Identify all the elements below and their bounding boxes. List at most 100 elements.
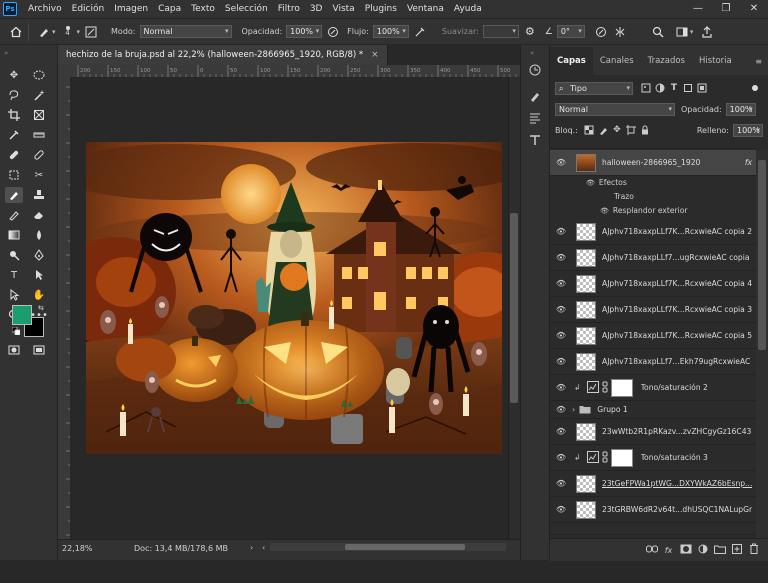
dodge-tool-icon[interactable] <box>5 247 23 263</box>
layer-mask-thumbnail[interactable] <box>610 378 633 397</box>
layer-row[interactable] <box>550 523 756 535</box>
visibility-eye-icon[interactable]: 👁 <box>550 357 572 366</box>
menu-ayuda[interactable]: Ayuda <box>449 4 487 14</box>
healing-brush-icon[interactable] <box>5 147 23 163</box>
visibility-eye-icon[interactable]: 👁 <box>550 227 572 236</box>
collapse-icon[interactable]: » <box>4 49 8 57</box>
menu-vista[interactable]: Vista <box>327 4 359 14</box>
layer-fx-icon[interactable]: fx <box>745 158 752 167</box>
layer-mask-thumbnail[interactable] <box>610 448 633 467</box>
document-canvas[interactable] <box>86 142 502 454</box>
group-expand-icon[interactable]: › <box>572 405 575 414</box>
zoom-level[interactable]: 22,18% <box>62 544 93 553</box>
blend-mode-select[interactable]: Normal <box>555 102 675 116</box>
blur-tool-icon[interactable] <box>30 227 48 243</box>
layer-row-selected[interactable]: 👁 halloween-2866965_1920 fx <box>550 150 756 176</box>
brush-dropdown-icon[interactable]: ▾ <box>77 28 81 36</box>
visibility-eye-icon[interactable]: 👁 <box>550 331 572 340</box>
menu-capa[interactable]: Capa <box>153 4 186 14</box>
ruler-tool-icon[interactable] <box>30 127 48 143</box>
path-selection-icon[interactable] <box>30 267 48 283</box>
lock-artboard-icon[interactable] <box>624 123 638 137</box>
canvas-vertical-scroll-thumb[interactable] <box>510 213 518 403</box>
visibility-eye-icon[interactable]: 👁 <box>550 505 572 514</box>
expand-panels-icon[interactable]: « <box>530 49 534 57</box>
fx-icon[interactable]: fx <box>660 546 677 555</box>
trash-icon[interactable] <box>745 543 762 557</box>
lock-pixels-icon[interactable] <box>596 123 610 137</box>
layer-row[interactable]: 👁 23wWtb2R1pRKazv...zvZHCgyGz16C43 <box>550 419 756 445</box>
visibility-eye-icon[interactable]: 👁 <box>550 279 572 288</box>
crop-tool-icon[interactable] <box>5 107 23 123</box>
panel-menu-icon[interactable]: ≡ <box>755 57 762 66</box>
tab-canales[interactable]: Canales <box>593 56 641 75</box>
menu-archivo[interactable]: Archivo <box>23 4 67 14</box>
lock-position-icon[interactable]: ✥ <box>610 123 624 137</box>
smooth-settings-icon[interactable]: ⚙ <box>522 24 538 40</box>
layer-row[interactable]: 👁 AJphv718xaxpLLf7...Ekh79ugRcxwieAC <box>550 349 756 375</box>
layer-filter-select[interactable]: ⌕ Tipo <box>555 81 633 95</box>
eraser-tool-icon[interactable] <box>30 207 48 223</box>
layer-row[interactable] <box>550 145 756 149</box>
filter-type-icon[interactable]: T <box>667 81 681 95</box>
effects-eye-icon[interactable]: 👁 <box>586 179 595 187</box>
opacity-field[interactable]: 100% <box>286 25 323 38</box>
menu-plugins[interactable]: Plugins <box>360 4 402 14</box>
chain-link-icon[interactable] <box>602 451 608 465</box>
workspace-dropdown-icon[interactable]: ▾ <box>690 28 694 36</box>
pressure-opacity-icon[interactable] <box>325 24 341 40</box>
quick-mask-icon[interactable] <box>5 342 23 358</box>
search-icon[interactable] <box>650 24 666 40</box>
clone-stamp-icon[interactable] <box>30 187 48 203</box>
filter-shape-icon[interactable] <box>681 81 695 95</box>
adjustment-layer-row[interactable]: 👁 ↲ Tono/saturación 2 <box>550 375 756 401</box>
share-icon[interactable] <box>699 24 715 40</box>
tab-historia[interactable]: Historia <box>692 56 739 75</box>
direct-selection-icon[interactable] <box>5 287 23 303</box>
visibility-eye-icon[interactable]: 👁 <box>550 158 572 167</box>
new-layer-icon[interactable] <box>728 543 745 557</box>
document-tab[interactable]: hechizo de la bruja.psd al 22,2% (hallow… <box>58 45 388 65</box>
close-tab-icon[interactable]: × <box>371 50 379 60</box>
foreground-color-swatch[interactable] <box>12 305 32 325</box>
eyedropper-tool-icon[interactable] <box>5 127 23 143</box>
fill-field[interactable]: 100% <box>733 123 763 137</box>
filter-smart-object-icon[interactable] <box>695 81 709 95</box>
scroll-left-arrow[interactable]: ‹ <box>262 543 265 552</box>
marquee-tool-icon[interactable] <box>30 67 48 83</box>
add-mask-icon[interactable] <box>677 544 694 557</box>
swap-colors-icon[interactable]: ⇆ <box>38 304 44 312</box>
mode-select[interactable]: Normal <box>139 25 232 38</box>
default-colors-icon[interactable] <box>11 326 21 337</box>
paragraph-panel-icon[interactable] <box>528 111 542 127</box>
hand-tool-icon[interactable]: ✋ <box>30 287 48 303</box>
visibility-eye-icon[interactable]: 👁 <box>550 383 572 392</box>
visibility-eye-icon[interactable]: 👁 <box>550 453 572 462</box>
lasso-tool-icon[interactable] <box>5 87 23 103</box>
flow-field[interactable]: 100% <box>372 25 409 38</box>
chain-link-icon[interactable] <box>602 381 608 395</box>
close-window-button[interactable]: ✕ <box>740 0 768 18</box>
visibility-eye-icon[interactable]: 👁 <box>550 305 572 314</box>
workspace-icon[interactable] <box>674 24 690 40</box>
home-icon[interactable] <box>8 24 24 40</box>
layer-row[interactable]: 👁 AJphv718xaxpLLf7K...RcxwieAC copia 2 <box>550 219 756 245</box>
angle-field[interactable]: 0° <box>556 25 585 38</box>
effect-eye-icon[interactable]: 👁 <box>600 207 609 215</box>
menu-ventana[interactable]: Ventana <box>402 4 449 14</box>
filter-adjustment-icon[interactable] <box>653 81 667 95</box>
layer-row[interactable]: 👁 AJphv718xaxpLLf7K...RcxwieAC copia 4 <box>550 271 756 297</box>
menu-filtro[interactable]: Filtro <box>273 4 305 14</box>
airbrush-icon[interactable] <box>412 24 428 40</box>
scissors-icon[interactable]: ✂ <box>30 167 48 183</box>
character-panel-icon[interactable] <box>528 133 542 149</box>
transform-tool-icon[interactable] <box>5 167 23 183</box>
effects-row[interactable]: 👁 Efectos <box>550 176 756 189</box>
visibility-eye-icon[interactable]: 👁 <box>550 253 572 262</box>
move-tool-icon[interactable]: ✥ <box>5 67 23 83</box>
canvas-horizontal-scroll-thumb[interactable] <box>345 544 465 550</box>
pressure-size-icon[interactable] <box>593 24 609 40</box>
new-group-icon[interactable] <box>711 544 728 557</box>
layer-opacity-field[interactable]: 100% <box>725 102 756 116</box>
layer-row[interactable]: 👁 AJphv718xaxpLLf7...ugRcxwieAC copia <box>550 245 756 271</box>
